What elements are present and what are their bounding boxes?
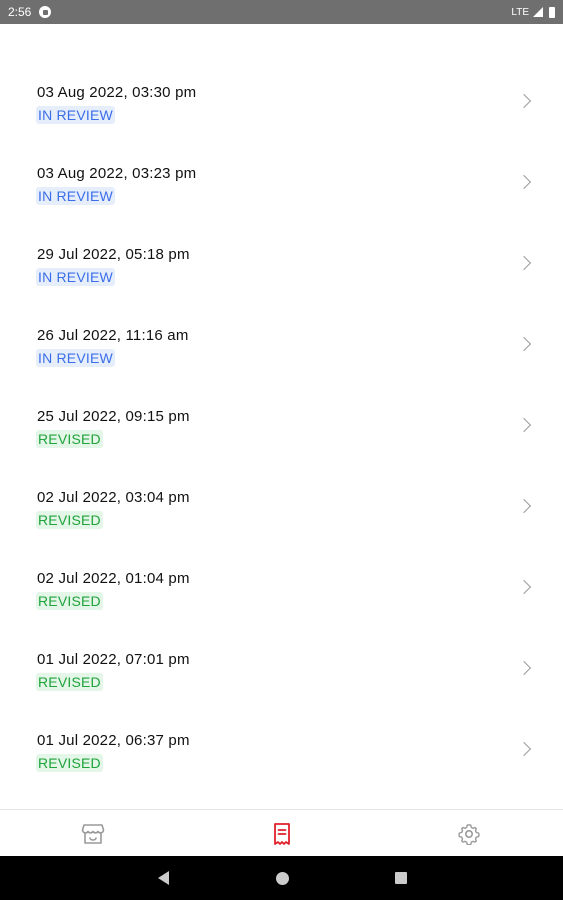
order-row[interactable]: 29 Jul 2022, 05:18 pm IN REVIEW	[0, 246, 563, 327]
order-row[interactable]: 25 Jul 2022, 09:15 pm REVISED	[0, 408, 563, 489]
order-row[interactable]: 03 Aug 2022, 03:30 pm IN REVIEW	[0, 84, 563, 165]
app-notification-icon	[39, 6, 52, 18]
order-row[interactable]: 02 Jul 2022, 01:04 pm REVISED	[0, 570, 563, 651]
gear-icon	[458, 823, 480, 845]
status-time: 2:56	[8, 5, 32, 19]
orders-list: 03 Aug 2022, 03:30 pm IN REVIEW 03 Aug 2…	[0, 24, 563, 810]
status-badge: IN REVIEW	[36, 106, 115, 124]
recents-square-icon	[395, 872, 407, 884]
order-row[interactable]: 26 Jul 2022, 11:16 am IN REVIEW	[0, 327, 563, 408]
status-badge: IN REVIEW	[36, 268, 115, 286]
order-date: 01 Jul 2022, 07:01 pm	[37, 651, 190, 668]
store-icon	[81, 823, 105, 844]
status-badge: IN REVIEW	[36, 187, 115, 205]
order-date: 26 Jul 2022, 11:16 am	[37, 327, 189, 344]
chevron-right-icon	[516, 660, 532, 676]
order-date: 25 Jul 2022, 09:15 pm	[37, 408, 190, 425]
tab-orders[interactable]	[252, 810, 312, 857]
order-row[interactable]: 01 Jul 2022, 07:01 pm REVISED	[0, 651, 563, 732]
chevron-right-icon	[516, 93, 532, 109]
order-row[interactable]: 01 Jul 2022, 06:37 pm REVISED	[0, 732, 563, 810]
chevron-right-icon	[516, 255, 532, 271]
chevron-right-icon	[516, 174, 532, 190]
tab-settings[interactable]	[439, 810, 499, 857]
battery-icon	[549, 6, 555, 18]
home-button[interactable]	[262, 856, 302, 900]
chevron-right-icon	[516, 579, 532, 595]
chevron-right-icon	[516, 417, 532, 433]
status-badge: REVISED	[36, 673, 103, 691]
network-label: LTE	[511, 6, 529, 18]
order-date: 29 Jul 2022, 05:18 pm	[37, 246, 190, 263]
home-circle-icon	[275, 871, 289, 885]
status-badge: REVISED	[36, 592, 103, 610]
status-badge: REVISED	[36, 430, 103, 448]
chevron-right-icon	[516, 498, 532, 514]
orders-icon	[274, 822, 290, 845]
status-bar: 2:56 LTE	[0, 0, 563, 24]
status-badge: IN REVIEW	[36, 349, 115, 367]
order-date: 03 Aug 2022, 03:23 pm	[37, 165, 197, 182]
status-badge: REVISED	[36, 511, 103, 529]
order-date: 03 Aug 2022, 03:30 pm	[37, 84, 197, 101]
chevron-right-icon	[516, 741, 532, 757]
system-navigation-bar	[0, 856, 563, 900]
back-triangle-icon	[157, 871, 169, 885]
order-date: 01 Jul 2022, 06:37 pm	[37, 732, 190, 749]
signal-icon	[533, 7, 543, 17]
order-date: 02 Jul 2022, 01:04 pm	[37, 570, 190, 587]
order-row[interactable]: 03 Aug 2022, 03:23 pm IN REVIEW	[0, 165, 563, 246]
recents-button[interactable]	[381, 856, 421, 900]
order-row[interactable]: 02 Jul 2022, 03:04 pm REVISED	[0, 489, 563, 570]
back-button[interactable]	[143, 856, 183, 900]
order-date: 02 Jul 2022, 03:04 pm	[37, 489, 190, 506]
tab-store[interactable]	[63, 810, 123, 857]
status-badge: REVISED	[36, 754, 103, 772]
bottom-navigation	[0, 809, 563, 856]
chevron-right-icon	[516, 336, 532, 352]
